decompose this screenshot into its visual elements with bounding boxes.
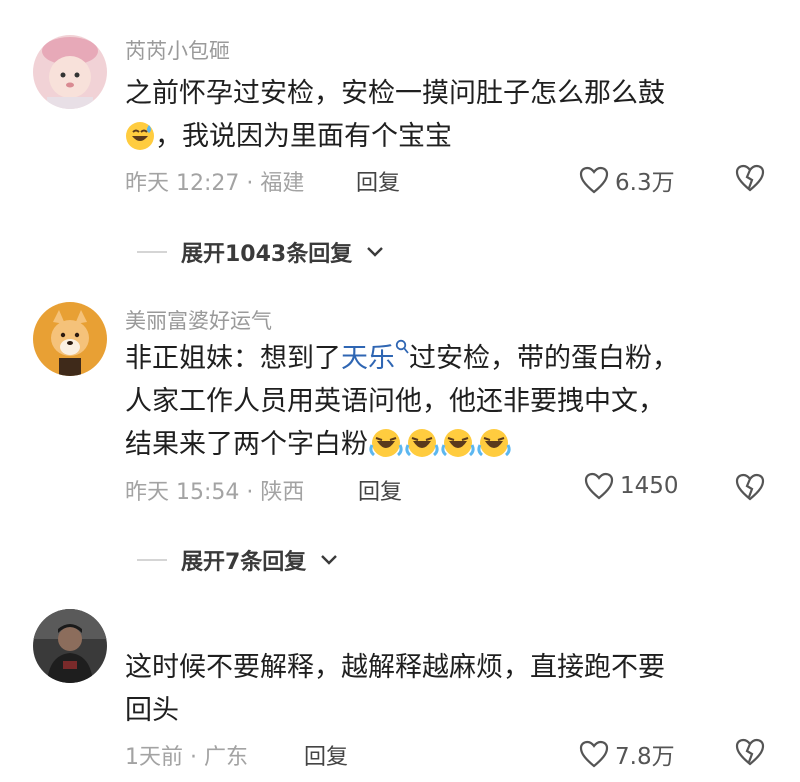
comment-text-line3: 结果来了两个字白粉: [125, 429, 368, 460]
like-button[interactable]: 7.8万: [579, 737, 675, 771]
dislike-button[interactable]: [735, 473, 765, 505]
comment-text: 这时候不要解释，越解释越麻烦，直接跑不要 回头: [125, 646, 665, 732]
comment-text-line1-prefix: 非正姐妹：想到了: [125, 343, 341, 374]
expand-replies-label: 展开1043条回复: [181, 242, 353, 267]
dislike-button[interactable]: [735, 164, 765, 196]
heart-icon: [579, 740, 609, 768]
time-location: 昨天 15:54 · 陕西: [125, 480, 305, 505]
grinning-sweat-emoji-icon: [125, 121, 155, 164]
topic-link[interactable]: 天乐: [341, 343, 395, 374]
comment-text-line2: 回头: [125, 695, 179, 726]
comment-text-line1: 之前怀孕过安检，安检一摸问肚子怎么那么鼓: [125, 78, 665, 109]
search-icon[interactable]: [395, 339, 409, 357]
broken-heart-icon: [735, 738, 765, 766]
expand-replies-button[interactable]: 展开7条回复: [137, 544, 338, 576]
like-count: 1450: [620, 473, 679, 499]
heart-icon: [579, 166, 609, 194]
like-button[interactable]: 6.3万: [579, 163, 675, 197]
comment-text-line1: 这时候不要解释，越解释越麻烦，直接跑不要: [125, 652, 665, 683]
time-location: 昨天 12:27 · 福建: [125, 171, 305, 196]
dog-avatar-icon: [33, 302, 107, 376]
divider-line: [137, 559, 167, 561]
man-avatar-icon: [33, 609, 107, 683]
divider-line: [137, 251, 167, 253]
reply-button[interactable]: 回复: [358, 474, 402, 506]
rolling-laughing-emoji-icon: [369, 429, 403, 457]
expand-replies-button[interactable]: 展开1043条回复: [137, 236, 384, 268]
rolling-laughing-emoji-icon: [405, 429, 439, 457]
avatar[interactable]: [33, 609, 107, 683]
chevron-down-icon: [367, 247, 384, 257]
baby-avatar-icon: [33, 35, 107, 109]
like-button[interactable]: 1450: [584, 472, 679, 500]
chevron-down-icon: [321, 555, 338, 565]
comment-text-line1-suffix: 过安检，带的蛋白粉，: [409, 343, 679, 374]
like-count: 6.3万: [615, 170, 675, 196]
comment-text-line2: ，我说因为里面有个宝宝: [155, 121, 452, 152]
rolling-laughing-emoji-group: [368, 429, 512, 460]
broken-heart-icon: [735, 164, 765, 192]
avatar[interactable]: [33, 35, 107, 109]
avatar[interactable]: [33, 302, 107, 376]
comment-text-line2: 人家工作人员用英语问他，他还非要拽中文，: [125, 386, 665, 417]
reply-button[interactable]: 回复: [356, 165, 400, 197]
dislike-button[interactable]: [735, 738, 765, 770]
like-count: 7.8万: [615, 744, 675, 770]
time-location: 1天前 · 广东: [125, 745, 248, 770]
broken-heart-icon: [735, 473, 765, 501]
comment-text: 非正姐妹：想到了天乐 过安检，带的蛋白粉， 人家工作人员用英语问他，他还非要拽中文…: [125, 337, 679, 466]
comment-text: 之前怀孕过安检，安检一摸问肚子怎么那么鼓 ，我说因为里面有个宝宝: [125, 72, 665, 164]
heart-icon: [584, 472, 614, 500]
expand-replies-label: 展开7条回复: [181, 550, 307, 575]
rolling-laughing-emoji-icon: [441, 429, 475, 457]
reply-button[interactable]: 回复: [304, 739, 348, 771]
username[interactable]: 芮芮小包砸: [125, 35, 230, 65]
username[interactable]: 美丽富婆好运气: [125, 305, 272, 335]
rolling-laughing-emoji-icon: [477, 429, 511, 457]
